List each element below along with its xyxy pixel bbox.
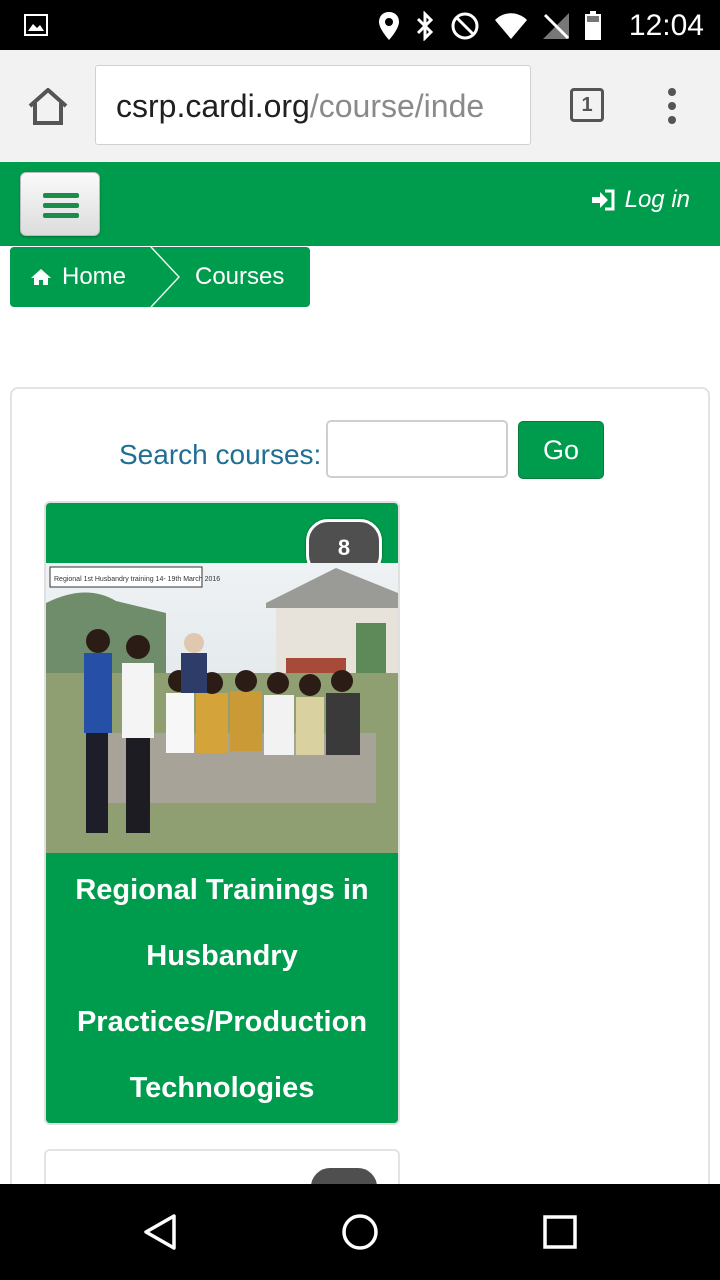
home-circle-icon[interactable]: [340, 1212, 380, 1252]
url-host: csrp.cardi.org: [116, 88, 310, 124]
clock: 12:04: [628, 9, 704, 42]
course-title[interactable]: Regional Trainings in Husbandry Practice…: [46, 855, 398, 1121]
browser-toolbar: csrp.cardi.org/course/inde 1: [0, 50, 720, 163]
search-go-button[interactable]: Go: [518, 421, 604, 479]
breadcrumb-courses[interactable]: Courses: [195, 263, 284, 291]
breadcrumb: Home Courses: [10, 247, 310, 307]
course-image-caption: Regional 1st Husbandry training 14- 19th…: [54, 576, 220, 583]
sign-in-icon: [591, 189, 615, 211]
breadcrumb-separator: [150, 247, 180, 307]
battery-icon: [585, 11, 601, 40]
home-icon[interactable]: [26, 86, 70, 126]
wifi-icon: [495, 13, 527, 39]
search-input[interactable]: [326, 420, 508, 478]
breadcrumb-home-label: Home: [62, 263, 127, 290]
home-icon: [31, 269, 51, 285]
status-bar: 12:04: [0, 0, 720, 50]
recents-icon[interactable]: [542, 1214, 578, 1250]
login-label: Log in: [624, 186, 690, 213]
bluetooth-icon: [416, 11, 434, 41]
location-icon: [379, 12, 399, 40]
back-icon[interactable]: [140, 1212, 180, 1252]
course-card[interactable]: 8 Regional 1st Husbandry training 14- 19…: [44, 501, 400, 1125]
hamburger-icon[interactable]: [20, 172, 100, 236]
do-not-disturb-icon: [451, 12, 479, 40]
no-signal-icon: [543, 13, 570, 40]
overflow-menu-icon[interactable]: [668, 88, 680, 128]
tabs-icon[interactable]: 1: [570, 88, 604, 122]
course-image[interactable]: Regional 1st Husbandry training 14- 19th…: [46, 563, 398, 853]
course-photo: Regional 1st Husbandry training 14- 19th…: [46, 563, 398, 853]
url-bar[interactable]: csrp.cardi.org/course/inde: [95, 65, 531, 145]
breadcrumb-home[interactable]: Home: [30, 263, 126, 291]
login-link[interactable]: Log in: [591, 186, 690, 214]
url-path: /course/inde: [309, 88, 485, 124]
course-list-container: Search courses: Go 8 Regional 1st Husban…: [10, 387, 710, 1229]
android-nav-bar: [0, 1184, 720, 1280]
gallery-icon: [24, 14, 48, 36]
search-label: Search courses:: [119, 439, 322, 470]
site-navbar: Log in: [0, 162, 720, 246]
